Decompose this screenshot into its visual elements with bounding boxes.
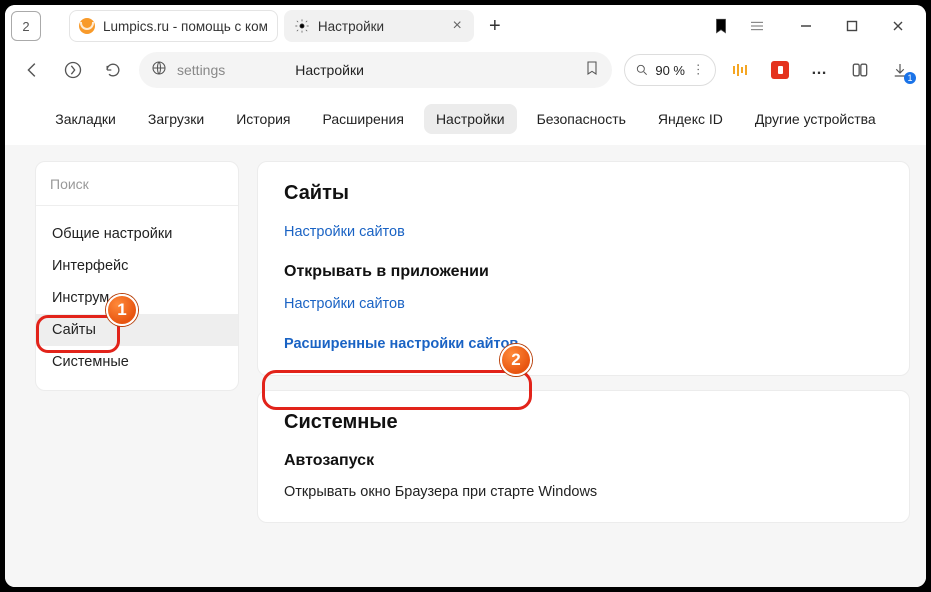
music-eq-icon[interactable] [728, 58, 752, 82]
subnav-yandex-id[interactable]: Яндекс ID [646, 104, 735, 134]
link-advanced-site-settings[interactable]: Расширенные настройки сайтов [284, 336, 518, 352]
adblock-icon[interactable] [768, 58, 792, 82]
zoom-value: 90 % [655, 63, 685, 78]
tab-counter[interactable]: 2 [11, 11, 41, 41]
subnav-downloads[interactable]: Загрузки [136, 104, 216, 134]
subnav-other-devices[interactable]: Другие устройства [743, 104, 888, 134]
more-icon[interactable]: … [808, 58, 832, 82]
close-window-button[interactable] [876, 7, 920, 45]
bookmark-icon[interactable] [584, 60, 600, 81]
sidebar-item-sites[interactable]: Сайты [36, 314, 238, 346]
card-heading: Системные [284, 411, 883, 434]
sidebar-item-system[interactable]: Системные [36, 346, 238, 378]
settings-sidebar: Поиск Общие настройки Интерфейс Инструм … [35, 161, 239, 391]
sidebar-item-interface[interactable]: Интерфейс [36, 250, 238, 282]
omnibox[interactable]: settings Настройки [139, 52, 612, 88]
sidebar-item-tools[interactable]: Инструм [36, 282, 238, 314]
zoom-control[interactable]: 90 % ⋯ [624, 54, 716, 86]
link-site-settings-2[interactable]: Настройки сайтов [284, 296, 405, 312]
downloads-badge: 1 [904, 72, 916, 84]
new-tab-button[interactable]: + [480, 11, 510, 41]
tab-title: Lumpics.ru - помощь с ком [103, 19, 268, 34]
subnav-settings[interactable]: Настройки [424, 104, 517, 134]
lumpics-icon [79, 18, 95, 34]
tab-lumpics[interactable]: Lumpics.ru - помощь с ком [69, 10, 278, 42]
yandex-home-icon[interactable] [59, 56, 87, 84]
subnav-history[interactable]: История [224, 104, 302, 134]
subnav-extensions[interactable]: Расширения [311, 104, 416, 134]
card-sites: Сайты Настройки сайтов Открывать в прило… [257, 161, 910, 376]
autostart-label: Открывать окно Браузера при старте Windo… [284, 484, 883, 500]
reload-button[interactable] [99, 56, 127, 84]
link-site-settings-1[interactable]: Настройки сайтов [284, 224, 405, 240]
card-subheading: Автозапуск [284, 452, 883, 470]
tab-title: Настройки [318, 19, 443, 34]
subnav-bookmarks[interactable]: Закладки [43, 104, 128, 134]
menu-icon[interactable] [746, 17, 768, 35]
zoom-menu-icon[interactable]: ⋯ [690, 63, 706, 77]
settings-search[interactable]: Поиск [36, 162, 238, 206]
card-system: Системные Автозапуск Открывать окно Брау… [257, 390, 910, 523]
maximize-button[interactable] [830, 7, 874, 45]
page-title: Настройки [295, 62, 364, 78]
tab-settings[interactable]: Настройки × [284, 10, 474, 42]
card-heading: Сайты [284, 182, 883, 205]
settings-subnav: Закладки Загрузки История Расширения Нас… [5, 93, 926, 145]
back-button[interactable] [19, 56, 47, 84]
bookmarks-panel-icon[interactable] [710, 17, 732, 35]
close-tab-icon[interactable]: × [451, 17, 464, 35]
sidebar-item-general[interactable]: Общие настройки [36, 218, 238, 250]
minimize-button[interactable] [784, 7, 828, 45]
downloads-icon[interactable]: 1 [888, 58, 912, 82]
gear-icon [294, 18, 310, 34]
site-identity-icon[interactable] [151, 60, 167, 81]
subnav-security[interactable]: Безопасность [525, 104, 638, 134]
extensions-icon[interactable] [848, 58, 872, 82]
url-path: settings [177, 62, 225, 78]
card-subheading: Открывать в приложении [284, 263, 883, 281]
